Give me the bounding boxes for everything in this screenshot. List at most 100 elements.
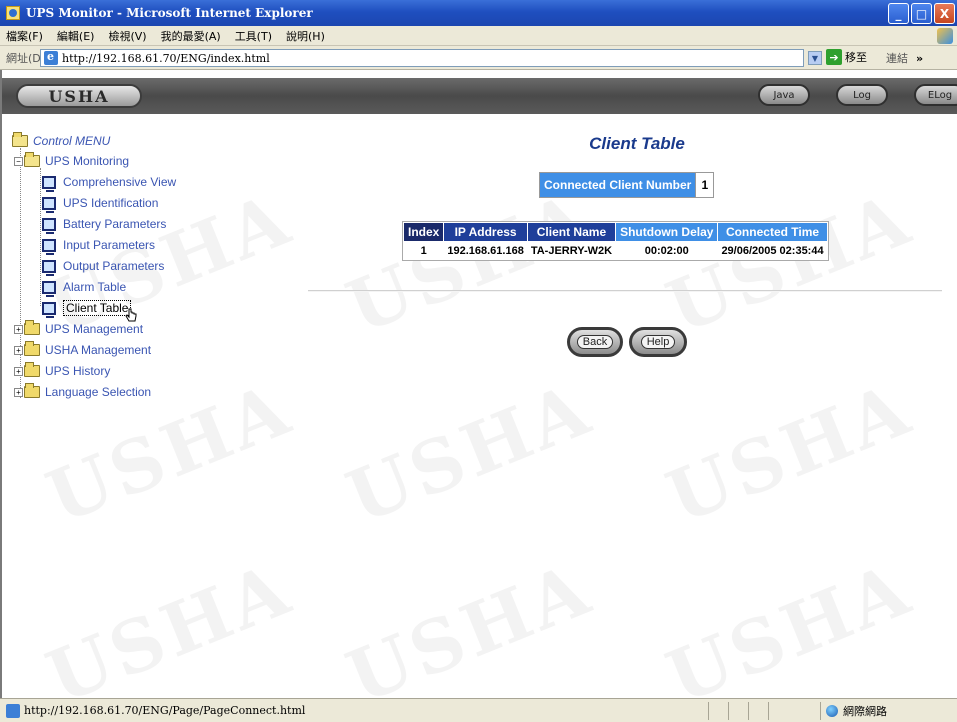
tree-group-ups-monitoring[interactable]: − UPS Monitoring bbox=[14, 152, 129, 170]
title-bar: UPS Monitor - Microsoft Internet Explore… bbox=[0, 0, 957, 26]
cell-client-name: TA-JERRY-W2K bbox=[530, 244, 613, 257]
address-input[interactable]: http://192.168.61.70/ENG/index.html bbox=[40, 49, 804, 67]
status-separator bbox=[728, 702, 729, 720]
monitor-icon bbox=[42, 259, 56, 276]
folder-icon bbox=[24, 383, 40, 398]
open-folder-icon bbox=[12, 132, 28, 147]
address-url: http://192.168.61.70/ENG/index.html bbox=[62, 51, 270, 65]
tree-group-ups-management[interactable]: + UPS Management bbox=[14, 320, 143, 338]
divider bbox=[308, 290, 942, 292]
tree-item-output-parameters[interactable]: Output Parameters bbox=[42, 257, 164, 276]
watermark-logo: USHA bbox=[335, 545, 604, 698]
go-arrow-icon: ➔ bbox=[826, 49, 842, 65]
tree-root[interactable]: Control MENU bbox=[12, 132, 110, 150]
column-header-index: Index bbox=[404, 223, 444, 241]
tree-group-language-selection[interactable]: + Language Selection bbox=[14, 383, 151, 401]
tree-group-usha-management[interactable]: + USHA Management bbox=[14, 341, 151, 359]
tree-group-label: UPS Management bbox=[45, 322, 144, 336]
cell-index: 1 bbox=[420, 244, 427, 257]
column-header-client-name: Client Name bbox=[527, 223, 616, 241]
tree-item-label: Alarm Table bbox=[63, 280, 127, 294]
client-table: Index IP Address Client Name Shutdown De… bbox=[402, 221, 829, 261]
menu-edit[interactable]: 編輯(E) bbox=[57, 28, 95, 44]
address-dropdown-icon[interactable]: ▼ bbox=[808, 51, 822, 65]
watermark-logo: USHA bbox=[655, 365, 924, 540]
status-url: http://192.168.61.70/ENG/Page/PageConnec… bbox=[24, 704, 306, 717]
maximize-button[interactable]: □ bbox=[911, 3, 932, 24]
cell-shutdown-delay: 00:02:00 bbox=[644, 244, 689, 257]
watermark-logo: USHA bbox=[655, 175, 924, 350]
security-zone: 網際網路 bbox=[826, 703, 887, 719]
ie-app-icon bbox=[6, 6, 20, 20]
usha-logo: USHA bbox=[16, 84, 142, 108]
expand-icon[interactable]: + bbox=[14, 387, 23, 397]
tree-group-ups-history[interactable]: + UPS History bbox=[14, 362, 110, 380]
java-button[interactable]: Java bbox=[758, 84, 810, 106]
tree-connector bbox=[40, 168, 41, 306]
menu-file[interactable]: 檔案(F) bbox=[6, 28, 43, 44]
tree-group-label: UPS Monitoring bbox=[45, 154, 130, 168]
tree-item-battery-parameters[interactable]: Battery Parameters bbox=[42, 215, 167, 234]
window-title: UPS Monitor - Microsoft Internet Explore… bbox=[26, 6, 313, 20]
back-button-label: Back bbox=[576, 335, 614, 349]
folder-icon bbox=[24, 362, 40, 377]
tree-item-comprehensive-view[interactable]: Comprehensive View bbox=[42, 173, 177, 192]
expand-icon[interactable]: + bbox=[14, 324, 23, 334]
status-separator bbox=[748, 702, 749, 720]
minimize-button[interactable]: _ bbox=[888, 3, 909, 24]
tree-item-client-table[interactable]: Client Table bbox=[42, 299, 132, 318]
tree-connector bbox=[20, 148, 21, 398]
menu-help[interactable]: 說明(H) bbox=[286, 28, 325, 44]
tree-item-label: UPS Identification bbox=[63, 196, 159, 210]
browser-window: UPS Monitor - Microsoft Internet Explore… bbox=[0, 0, 957, 722]
monitor-icon bbox=[42, 196, 56, 213]
close-button[interactable]: X bbox=[934, 3, 955, 24]
tree-item-label: Comprehensive View bbox=[63, 175, 177, 189]
connected-client-count: Connected Client Number 1 bbox=[539, 172, 715, 198]
tree-item-label: Battery Parameters bbox=[63, 217, 167, 231]
menu-tools[interactable]: 工具(T) bbox=[235, 28, 272, 44]
tree-item-input-parameters[interactable]: Input Parameters bbox=[42, 236, 155, 255]
monitor-icon bbox=[42, 301, 56, 318]
back-button[interactable]: Back bbox=[567, 327, 623, 357]
links-toolbar[interactable]: 連結 » bbox=[886, 50, 923, 66]
menu-favorites[interactable]: 我的最愛(A) bbox=[161, 28, 221, 44]
help-button-label: Help bbox=[640, 335, 676, 349]
menu-view[interactable]: 檢視(V) bbox=[108, 28, 146, 44]
chevron-right-icon[interactable]: » bbox=[916, 52, 923, 65]
watermark-logo: USHA bbox=[335, 175, 604, 350]
monitor-icon bbox=[42, 217, 56, 234]
collapse-icon[interactable]: − bbox=[14, 156, 23, 166]
count-label: Connected Client Number bbox=[540, 173, 696, 197]
links-label: 連結 bbox=[886, 52, 908, 65]
tree-item-alarm-table[interactable]: Alarm Table bbox=[42, 278, 127, 297]
header-band: USHA Java Log ELog bbox=[2, 78, 957, 114]
tree-group-label: Language Selection bbox=[45, 385, 152, 399]
status-separator bbox=[768, 702, 769, 720]
page-icon bbox=[6, 703, 20, 718]
watermark-logo: USHA bbox=[655, 545, 924, 698]
column-header-connected-time: Connected Time bbox=[718, 223, 827, 241]
tree-root-label: Control MENU bbox=[33, 134, 111, 148]
cell-ip-address: 192.168.61.168 bbox=[447, 244, 524, 257]
help-button[interactable]: Help bbox=[629, 327, 687, 357]
status-bar: http://192.168.61.70/ENG/Page/PageConnec… bbox=[0, 698, 957, 722]
tree-group-label: UPS History bbox=[45, 364, 111, 378]
go-button[interactable]: ➔ 移至 bbox=[826, 49, 867, 65]
open-folder-icon bbox=[24, 152, 40, 167]
status-separator bbox=[708, 702, 709, 720]
cell-connected-time: 29/06/2005 02:35:44 bbox=[721, 244, 824, 257]
expand-icon[interactable]: + bbox=[14, 345, 23, 355]
tree-item-ups-identification[interactable]: UPS Identification bbox=[42, 194, 159, 213]
tree-item-label-selected: Client Table bbox=[63, 300, 132, 316]
count-value: 1 bbox=[695, 173, 714, 197]
log-button[interactable]: Log bbox=[836, 84, 888, 106]
tree-group-label: USHA Management bbox=[45, 343, 152, 357]
column-header-ip-address: IP Address bbox=[444, 223, 527, 241]
elog-button[interactable]: ELog bbox=[914, 84, 957, 106]
address-bar: 網址(D) http://192.168.61.70/ENG/index.htm… bbox=[0, 46, 957, 70]
watermark-logo: USHA bbox=[335, 365, 604, 540]
status-separator bbox=[820, 702, 821, 720]
monitor-icon bbox=[42, 175, 56, 192]
expand-icon[interactable]: + bbox=[14, 366, 23, 376]
